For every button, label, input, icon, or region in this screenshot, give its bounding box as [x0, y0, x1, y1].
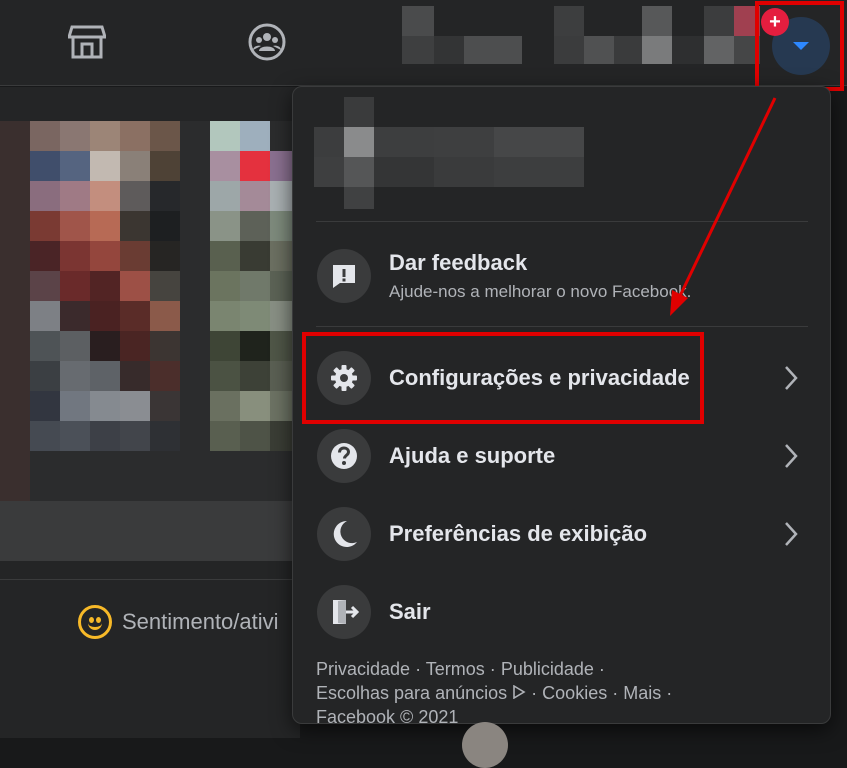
menu-item-title: Dar feedback [389, 250, 528, 275]
menu-item-title: Preferências de exibição [389, 521, 648, 546]
footer-link-label: Escolhas para anúncios [316, 683, 508, 703]
footer-separator: · [415, 659, 422, 679]
logout-icon [317, 585, 371, 639]
news-feed-post: Sentimento/ativi [0, 87, 300, 738]
chevron-right-icon [785, 444, 798, 468]
footer-separator: · [598, 659, 605, 679]
store-icon [68, 25, 106, 59]
partial-avatar [462, 722, 508, 768]
menu-item-title: Sair [389, 599, 431, 624]
footer-link-ad-choices[interactable]: Escolhas para anúncios [316, 683, 526, 703]
highlight-box-account-button [755, 1, 844, 91]
menu-item-display-preferences[interactable]: Preferências de exibição [307, 499, 819, 569]
feeling-activity-button[interactable]: Sentimento/ativi [78, 605, 279, 639]
chevron-right-icon [785, 522, 798, 546]
feedback-icon [317, 249, 371, 303]
divider [0, 579, 300, 580]
footer-link-advertising[interactable]: Publicidade [501, 659, 594, 679]
menu-item-subtitle: Ajude-nos a melhorar o novo Facebook. [389, 282, 692, 301]
pixelated-post-image [0, 121, 300, 539]
comment-input-bar[interactable] [0, 501, 300, 561]
profile-header[interactable] [293, 87, 832, 217]
menu-item-title: Ajuda e suporte [389, 443, 556, 468]
menu-item-logout[interactable]: Sair [307, 577, 819, 647]
footer-separator: · [612, 683, 619, 703]
footer-separator: · [489, 659, 496, 679]
highlight-box-settings [302, 332, 704, 424]
marketplace-tab[interactable] [67, 22, 107, 62]
groups-icon [248, 23, 286, 61]
menu-footer: Privacidade · Termos · Publicidade · Esc… [316, 657, 786, 729]
menu-divider [316, 221, 808, 222]
footer-link-terms[interactable]: Termos [426, 659, 485, 679]
footer-separator: · [531, 683, 538, 703]
footer-link-cookies[interactable]: Cookies [542, 683, 607, 703]
menu-item-feedback[interactable]: Dar feedback Ajude-nos a melhorar o novo… [307, 239, 819, 313]
menu-divider [316, 326, 808, 327]
chevron-right-icon [785, 366, 798, 390]
top-navigation-bar: + [0, 0, 847, 86]
groups-tab[interactable] [247, 22, 287, 62]
menu-item-help-support[interactable]: Ajuda e suporte [307, 421, 819, 491]
footer-separator: · [666, 683, 673, 703]
footer-link-privacy[interactable]: Privacidade [316, 659, 410, 679]
moon-icon [317, 507, 371, 561]
help-icon [317, 429, 371, 483]
footer-link-more[interactable]: Mais [623, 683, 661, 703]
smiley-icon [78, 605, 112, 639]
feeling-activity-label: Sentimento/ativi [122, 609, 279, 634]
ad-choices-icon [513, 684, 526, 700]
footer-copyright: Facebook © 2021 [316, 707, 459, 727]
